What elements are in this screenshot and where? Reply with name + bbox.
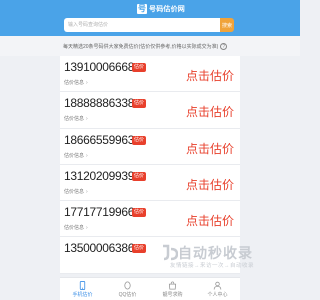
valuation-tag: 估价 — [132, 208, 147, 218]
list-item[interactable]: 18888886338 估价 估价信息 › 点击估价 — [60, 92, 240, 129]
logo-text: 号码估价网 — [149, 5, 185, 13]
phone-number: 18666559963 — [64, 132, 135, 147]
list-item[interactable]: 17717719966 估价 估价信息 › 点击估价 — [60, 201, 240, 238]
valuation-info-link[interactable]: 估价信息 › — [64, 115, 88, 122]
click-valuation-button[interactable]: 点击估价 — [186, 67, 234, 84]
valuation-tag: 估价 — [132, 171, 147, 181]
search-button[interactable]: 搜索 — [220, 18, 234, 32]
phone-number: 13500006386 — [64, 241, 135, 256]
valuation-tag: 估价 — [132, 99, 147, 109]
click-valuation-button[interactable]: 点击估价 — [186, 103, 234, 120]
site-logo[interactable]: 号 号码估价网 — [137, 3, 185, 14]
tab-user-center[interactable]: 个人中心 — [195, 278, 240, 300]
bottom-tab-bar: 手机估价 QQ估价 靓号求购 个人中心 — [60, 277, 240, 300]
search-input[interactable] — [64, 18, 220, 32]
phone-number: 18888886338 — [64, 96, 135, 111]
valuation-info-link[interactable]: 估价信息 › — [64, 152, 88, 159]
tab-label: 靓号求购 — [162, 291, 183, 298]
list-item[interactable]: 13500006386 估价 — [60, 237, 240, 274]
list-item[interactable]: 13910006668 估价 估价信息 › 点击估价 — [60, 56, 240, 93]
tab-label: 手机估价 — [72, 291, 93, 298]
valuation-info-link[interactable]: 估价信息 › — [64, 79, 88, 86]
tab-number-purchase[interactable]: 靓号求购 — [150, 278, 195, 300]
tab-phone-valuation[interactable]: 手机估价 — [60, 278, 105, 300]
tab-label: QQ估价 — [118, 291, 137, 298]
phone-number: 13910006668 — [64, 60, 135, 74]
number-list: 13910006668 估价 估价信息 › 点击估价 18888886338 估价… — [60, 56, 240, 274]
notice-bar: 每天精选20条号码供大家免费估价(估价仅供参考,价格以实际成交为准) ? — [0, 36, 300, 56]
phone-icon — [79, 280, 86, 290]
tab-label: 个人中心 — [207, 291, 228, 298]
app-header: 号 号码估价网 搜索 — [0, 0, 300, 36]
list-item[interactable]: 18666559963 估价 估价信息 › 点击估价 — [60, 128, 240, 165]
phone-number: 13120209939 — [64, 168, 135, 183]
search-bar: 搜索 — [64, 18, 234, 32]
user-icon — [213, 281, 222, 290]
phone-number: 17717719966 — [64, 205, 135, 220]
help-icon[interactable]: ? — [220, 42, 228, 50]
list-item[interactable]: 13120209939 估价 估价信息 › 点击估价 — [60, 164, 240, 202]
click-valuation-button[interactable]: 点击估价 — [186, 212, 234, 229]
shop-icon — [168, 280, 177, 290]
notice-text: 每天精选20条号码供大家免费估价(估价仅供参考,价格以实际成交为准) — [63, 43, 219, 50]
click-valuation-button[interactable]: 点击估价 — [186, 176, 234, 193]
tab-qq-valuation[interactable]: QQ估价 — [105, 278, 150, 300]
valuation-tag: 估价 — [132, 135, 147, 145]
logo-mark-icon: 号 — [137, 3, 147, 14]
valuation-tag: 估价 — [132, 63, 147, 72]
valuation-info-link[interactable]: 估价信息 › — [64, 224, 88, 231]
qq-icon — [124, 280, 131, 290]
valuation-tag: 估价 — [132, 244, 147, 254]
click-valuation-button[interactable]: 点击估价 — [186, 140, 234, 157]
valuation-info-link[interactable]: 估价信息 › — [64, 188, 88, 195]
